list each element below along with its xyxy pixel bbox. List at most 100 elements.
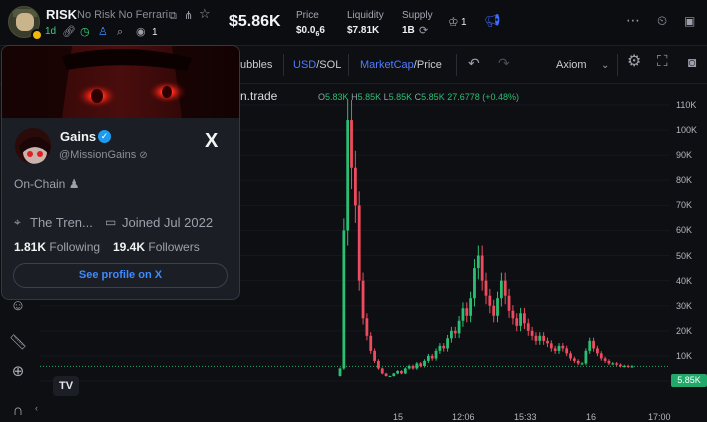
candle — [400, 370, 403, 374]
profile-bio: On-Chain ♟ — [14, 177, 80, 191]
more-icon[interactable]: ⋯ — [626, 13, 640, 27]
profile-banner — [2, 46, 239, 118]
y-tick-label: 70K — [676, 200, 693, 211]
ruler-icon[interactable]: 📏︎ — [8, 333, 28, 353]
price-value: $0.066 — [296, 25, 325, 38]
candle — [473, 268, 476, 299]
watchers-count: 1 — [152, 27, 158, 38]
candle — [561, 345, 565, 349]
chevron-down-icon[interactable]: ⌄ — [601, 60, 609, 72]
y-tick-label: 10K — [676, 350, 693, 361]
bubbles-toggle[interactable]: ubbles — [240, 59, 272, 71]
liquidity-label: Liquidity — [347, 10, 384, 21]
candle — [588, 340, 592, 351]
source-select[interactable]: Axiom — [556, 59, 587, 71]
x-logo-icon[interactable]: X — [205, 130, 218, 153]
toolbar-sep — [456, 54, 457, 76]
candle — [615, 363, 619, 365]
undo-icon[interactable]: ↶ — [468, 56, 480, 70]
refresh-icon[interactable]: ◷ — [80, 26, 90, 38]
market-cap-value: $5.86K — [229, 13, 281, 30]
candle — [476, 255, 480, 269]
clock-icon[interactable]: ⏲︎ — [657, 14, 667, 27]
search-icon[interactable]: ⌕ — [117, 26, 123, 38]
x-tick-label: 15:33 — [514, 412, 537, 422]
crown-icon: ♔ — [448, 15, 459, 29]
y-tick-label: 50K — [676, 250, 693, 261]
candle — [407, 365, 411, 369]
candle — [619, 364, 622, 366]
candle — [369, 335, 373, 351]
candle — [373, 350, 376, 361]
share-icon[interactable]: ⋔ — [184, 10, 193, 22]
y-tick-label: 20K — [676, 325, 693, 336]
candle — [530, 330, 534, 336]
calendar-icon: ▭ — [105, 215, 117, 229]
copy-icon[interactable]: ⧉ — [169, 10, 177, 22]
candle — [415, 363, 419, 369]
last-price-tag: 5.85K — [671, 374, 707, 387]
settings-icon[interactable]: ⚙ — [627, 54, 641, 70]
toolbar-sep — [348, 54, 349, 76]
camera-icon[interactable]: ◙ — [688, 55, 696, 69]
candle — [469, 298, 473, 316]
collapse-tools-icon[interactable]: ‹ — [35, 403, 38, 413]
verified-icon: ✓ — [98, 130, 111, 143]
currency-toggle[interactable]: USD/SOL — [293, 59, 341, 71]
top-holders-count: 1 — [461, 17, 467, 28]
candle — [538, 335, 542, 341]
candle — [492, 305, 496, 316]
profile-avatar[interactable] — [13, 126, 53, 166]
candle — [603, 358, 607, 361]
candle — [384, 373, 388, 376]
candle — [450, 330, 453, 339]
candle — [503, 280, 507, 296]
candle — [611, 363, 615, 365]
profile-hover-card: Gains ✓ @MissionGains ⊘ X On-Chain ♟ ⌖ T… — [1, 45, 240, 300]
see-profile-button[interactable]: See profile on X — [13, 263, 228, 288]
y-tick-label: 30K — [676, 300, 693, 311]
candle — [576, 360, 580, 364]
pump-badge-icon — [31, 29, 43, 41]
metric-toggle[interactable]: MarketCap/Price — [360, 59, 442, 71]
tradingview-logo[interactable]: TV — [53, 376, 79, 396]
eye-icon[interactable]: ◉ — [136, 26, 146, 38]
x-tick-label: 17:00 — [648, 412, 671, 422]
user-icon[interactable]: ♙ — [98, 26, 108, 38]
megaphone-icon[interactable]: 📢︎ — [484, 14, 501, 27]
candle — [388, 375, 392, 377]
candle — [380, 368, 384, 374]
panel-icon[interactable]: ▣ — [684, 15, 695, 27]
followers-stat[interactable]: 19.4K Followers — [113, 240, 200, 254]
candle — [584, 350, 588, 364]
candle — [480, 255, 484, 281]
candle — [442, 345, 446, 349]
zoom-icon[interactable]: ⊕ — [8, 362, 28, 382]
candle — [342, 230, 346, 369]
fullscreen-icon[interactable]: ⛶ — [657, 54, 668, 69]
candle — [353, 167, 357, 206]
supply-label: Supply — [402, 10, 433, 21]
candle — [434, 350, 438, 359]
refresh-supply-icon[interactable]: ⟳ — [419, 25, 428, 37]
star-icon[interactable]: ☆ — [199, 7, 211, 20]
profile-handle[interactable]: @MissionGains ⊘ — [59, 149, 148, 161]
candle — [350, 120, 353, 168]
liquidity-value: $7.81K — [347, 25, 380, 36]
profile-name[interactable]: Gains — [60, 129, 96, 144]
following-stat[interactable]: 1.81K Following — [14, 240, 100, 254]
candle — [630, 366, 634, 368]
y-tick-label: 100K — [676, 125, 698, 136]
candle — [403, 368, 407, 374]
link-icon[interactable]: 🔗︎ — [62, 26, 76, 38]
candle — [580, 363, 584, 365]
candle — [549, 343, 553, 349]
toolbar-sep — [617, 54, 618, 76]
candle — [534, 335, 538, 341]
profile-joined: Joined Jul 2022 — [122, 215, 214, 230]
candle — [361, 280, 365, 319]
magnet-icon[interactable]: ∩ — [8, 401, 28, 421]
candle — [511, 310, 515, 319]
redo-icon[interactable]: ↷ — [498, 56, 510, 70]
candle — [346, 120, 350, 231]
